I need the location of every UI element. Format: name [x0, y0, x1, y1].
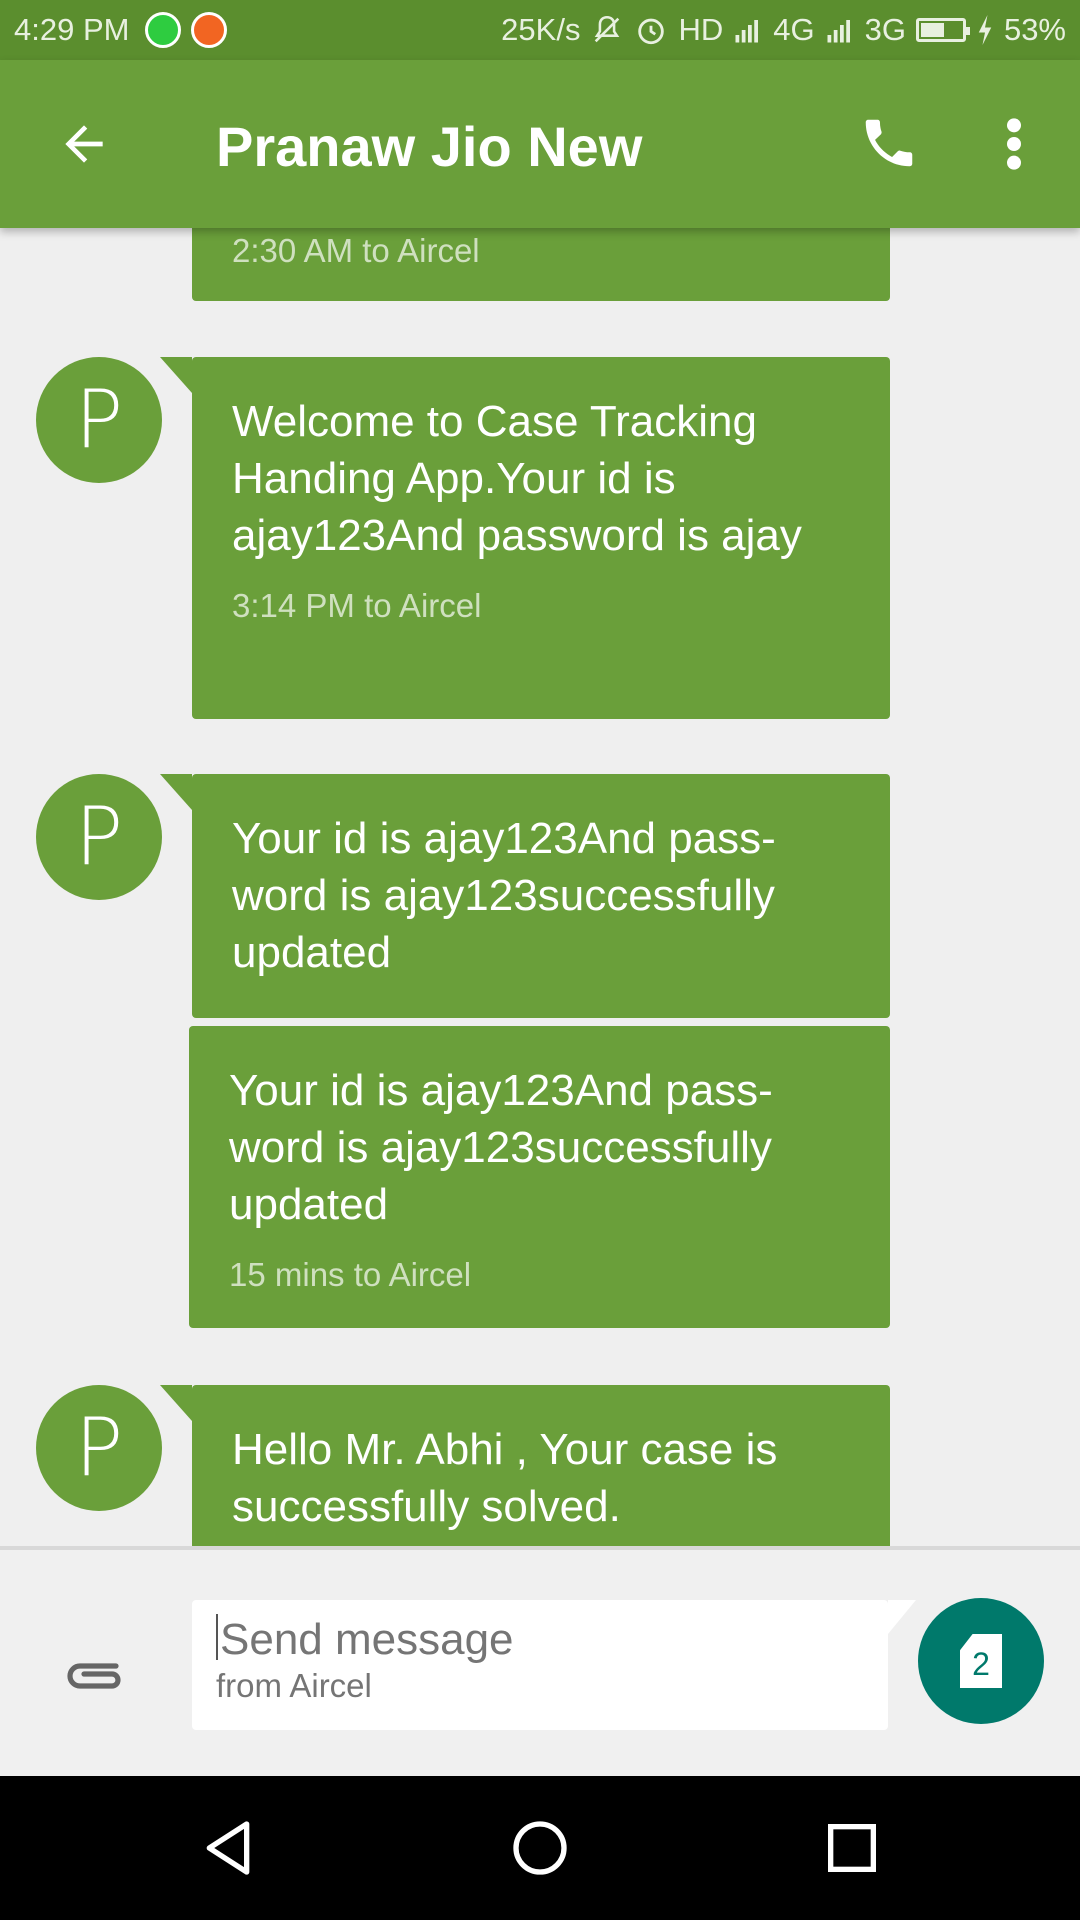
message-placeholder: Send message — [220, 1615, 514, 1664]
battery-icon — [915, 18, 970, 42]
send-button[interactable]: 2 — [918, 1598, 1044, 1724]
message-input[interactable]: Send message from Aircel — [192, 1600, 916, 1730]
whatsapp-icon — [145, 12, 182, 48]
message-bubble[interactable]: 2:30 AM to Aircel — [192, 228, 890, 301]
network-type-2: 3G — [864, 12, 906, 47]
compose-bar: Send message from Aircel 2 — [0, 1546, 1080, 1776]
more-vert-icon[interactable] — [998, 116, 1030, 172]
back-arrow-icon[interactable] — [56, 116, 112, 172]
mute-icon — [595, 15, 620, 43]
message-text: Welcome to Case Tracking Handing App.You… — [232, 397, 802, 560]
avatar[interactable]: P — [36, 774, 162, 900]
send-from-label: from Aircel — [216, 1667, 372, 1704]
message-meta: 3:14 PM to Aircel — [232, 587, 482, 624]
avatar[interactable]: P — [36, 1385, 162, 1511]
phone-icon[interactable] — [858, 112, 920, 174]
message-bubble[interactable]: Your id is ajay123And pass-word is ajay1… — [189, 1026, 890, 1328]
nav-recents-icon[interactable] — [820, 1816, 884, 1880]
message-text: Hello Mr. Abhi , Your case is successful… — [232, 1425, 778, 1531]
sim-send-icon: 2 — [960, 1634, 1002, 1688]
message-bubble[interactable]: Welcome to Case Tracking Handing App.You… — [160, 357, 890, 719]
signal-icon — [735, 20, 759, 43]
message-bubble[interactable]: Hello Mr. Abhi , Your case is successful… — [160, 1385, 890, 1546]
status-bar: 4:29 PM 25K/s HD 4G 3G 53% — [0, 0, 1080, 60]
signal-icon — [827, 20, 850, 43]
network-speed: 25K/s — [501, 12, 581, 47]
hd-label: HD — [678, 12, 724, 47]
message-bubble[interactable]: Your id is ajay123And pass-word is ajay1… — [160, 774, 890, 1018]
nav-back-icon[interactable] — [196, 1816, 260, 1880]
sim-number: 2 — [972, 1646, 990, 1682]
battery-percent: 53% — [1003, 12, 1066, 47]
avatar[interactable]: P — [36, 357, 162, 483]
text-caret — [216, 1614, 218, 1660]
conversation-title: Pranaw Jio New — [216, 115, 643, 178]
alarm-icon — [638, 18, 665, 45]
message-text: Your id is ajay123And pass-word is ajay1… — [232, 814, 776, 977]
nav-home-icon[interactable] — [508, 1816, 572, 1880]
message-meta: 15 mins to Aircel — [229, 1256, 472, 1293]
message-meta: 2:30 AM to Aircel — [232, 232, 480, 269]
attach-icon[interactable] — [64, 1658, 128, 1694]
notification-icon — [191, 12, 228, 48]
navigation-bar — [0, 1776, 1080, 1920]
message-text: Your id is ajay123And pass-word is ajay1… — [229, 1066, 773, 1229]
app-bar: Pranaw Jio New — [0, 60, 1080, 228]
network-type-1: 4G — [773, 12, 815, 47]
message-thread[interactable]: 2:30 AM to Aircel P Welcome to Case Trac… — [0, 228, 1080, 1546]
charging-icon — [978, 15, 992, 45]
status-time: 4:29 PM — [14, 12, 130, 47]
